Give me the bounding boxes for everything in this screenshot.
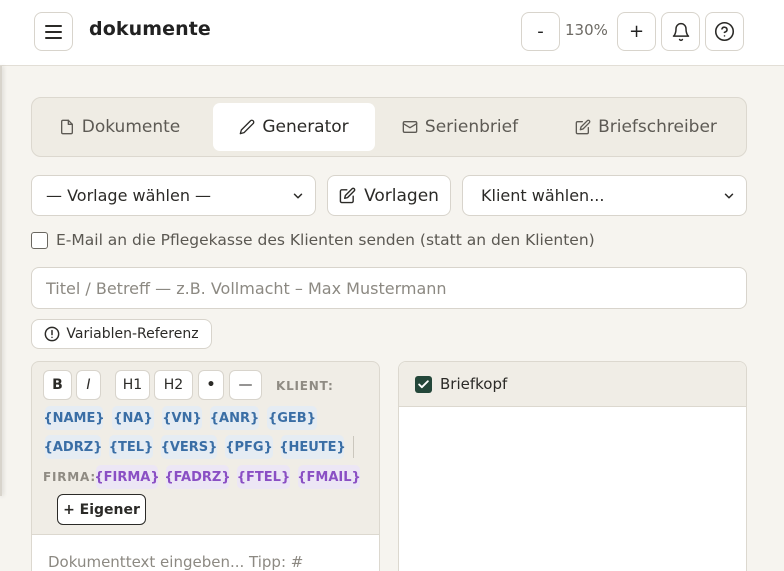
var-chip-vn[interactable]: {VN} xyxy=(162,406,202,430)
letterhead-checkbox[interactable] xyxy=(415,375,432,393)
var-chip-na[interactable]: {NA} xyxy=(112,406,154,430)
bullet-list-button[interactable]: • xyxy=(198,370,224,400)
edit-square-icon xyxy=(339,187,356,204)
heading2-button[interactable]: H2 xyxy=(154,370,193,400)
email-option: E-Mail an die Pflegekasse des Klienten s… xyxy=(31,231,595,249)
template-select-value: — Vorlage wählen — xyxy=(46,186,212,205)
tab-label: Generator xyxy=(262,117,349,137)
email-option-label: E-Mail an die Pflegekasse des Klienten s… xyxy=(56,231,595,249)
tab-serienbrief[interactable]: Serienbrief xyxy=(385,103,535,151)
chevron-down-icon xyxy=(724,193,734,199)
checkmark-icon xyxy=(418,379,429,388)
help-button[interactable] xyxy=(705,12,744,51)
var-chip-ftel[interactable]: {FTEL} xyxy=(237,465,290,489)
templates-button-label: Vorlagen xyxy=(364,185,439,206)
var-chip-vers[interactable]: {VERS} xyxy=(161,435,217,459)
document-text-placeholder: Dokumenttext eingeben... Tipp: # xyxy=(48,553,304,571)
var-chip-anr[interactable]: {ANR} xyxy=(210,406,259,430)
tab-label: Dokumente xyxy=(81,117,181,137)
top-bar: dokumente - 130% + xyxy=(0,0,784,66)
preview-panel: Briefkopf xyxy=(398,361,747,571)
var-chip-heute[interactable]: {HEUTE} xyxy=(279,435,346,459)
zoom-in-button[interactable]: + xyxy=(617,12,656,51)
tab-label: Briefschreiber xyxy=(598,117,717,137)
tab-briefschreiber[interactable]: Briefschreiber xyxy=(559,103,733,151)
pencil-icon xyxy=(239,119,255,135)
app-title: dokumente xyxy=(89,18,211,40)
tab-label: Serienbrief xyxy=(424,117,519,137)
preview-header: Briefkopf xyxy=(399,362,746,407)
email-checkbox[interactable] xyxy=(31,231,48,249)
templates-button[interactable]: Vorlagen xyxy=(327,175,451,216)
sidebar-edge xyxy=(0,66,2,496)
client-select[interactable]: Klient wählen... xyxy=(462,175,747,216)
client-vars-label: KLIENT: xyxy=(276,379,334,393)
tab-bar: Dokumente Generator Serienbrief Briefsch… xyxy=(31,97,747,157)
heading1-button[interactable]: H1 xyxy=(115,370,150,400)
letterhead-label: Briefkopf xyxy=(440,375,508,393)
notifications-button[interactable] xyxy=(661,12,700,51)
mail-icon xyxy=(402,121,418,133)
file-icon xyxy=(60,119,73,135)
var-chip-firma[interactable]: {FIRMA} xyxy=(94,465,160,489)
toolbar-separator xyxy=(353,436,354,458)
document-text-area[interactable]: Dokumenttext eingeben... Tipp: # xyxy=(32,534,379,571)
add-custom-variable-button[interactable]: + Eigener xyxy=(57,494,146,525)
menu-button[interactable] xyxy=(34,12,73,51)
tab-dokumente[interactable]: Dokumente xyxy=(38,103,201,151)
hamburger-icon xyxy=(45,24,62,27)
bell-icon xyxy=(672,22,689,41)
var-chip-tel[interactable]: {TEL} xyxy=(109,435,153,459)
chevron-down-icon xyxy=(293,193,303,199)
bold-button[interactable]: B xyxy=(43,370,72,400)
company-vars-label: FIRMA: xyxy=(43,470,96,484)
info-circle-icon xyxy=(45,326,60,342)
var-chip-fmail[interactable]: {FMAIL} xyxy=(297,465,361,489)
italic-button[interactable]: I xyxy=(76,370,101,400)
variables-reference-button[interactable]: Variablen-Referenz xyxy=(31,319,212,349)
help-circle-icon xyxy=(714,21,735,42)
client-select-value: Klient wählen... xyxy=(481,186,605,205)
divider-button[interactable]: — xyxy=(229,370,262,400)
variables-reference-label: Variablen-Referenz xyxy=(66,326,199,342)
tab-generator[interactable]: Generator xyxy=(213,103,375,151)
var-chip-geb[interactable]: {GEB} xyxy=(267,406,317,430)
var-chip-adrz[interactable]: {ADRZ} xyxy=(44,435,102,459)
template-select[interactable]: — Vorlage wählen — xyxy=(31,175,316,216)
var-chip-name[interactable]: {NAME} xyxy=(43,406,105,430)
zoom-out-button[interactable]: - xyxy=(521,12,560,51)
editor-panel: B I H1 H2 • — KLIENT: {NAME} {NA} {VN} {… xyxy=(31,361,380,571)
zoom-level: 130% xyxy=(565,21,608,39)
title-input[interactable] xyxy=(31,267,747,309)
edit-square-icon xyxy=(575,119,591,135)
var-chip-fadrz[interactable]: {FADRZ} xyxy=(164,465,231,489)
var-chip-pfg[interactable]: {PFG} xyxy=(225,435,273,459)
